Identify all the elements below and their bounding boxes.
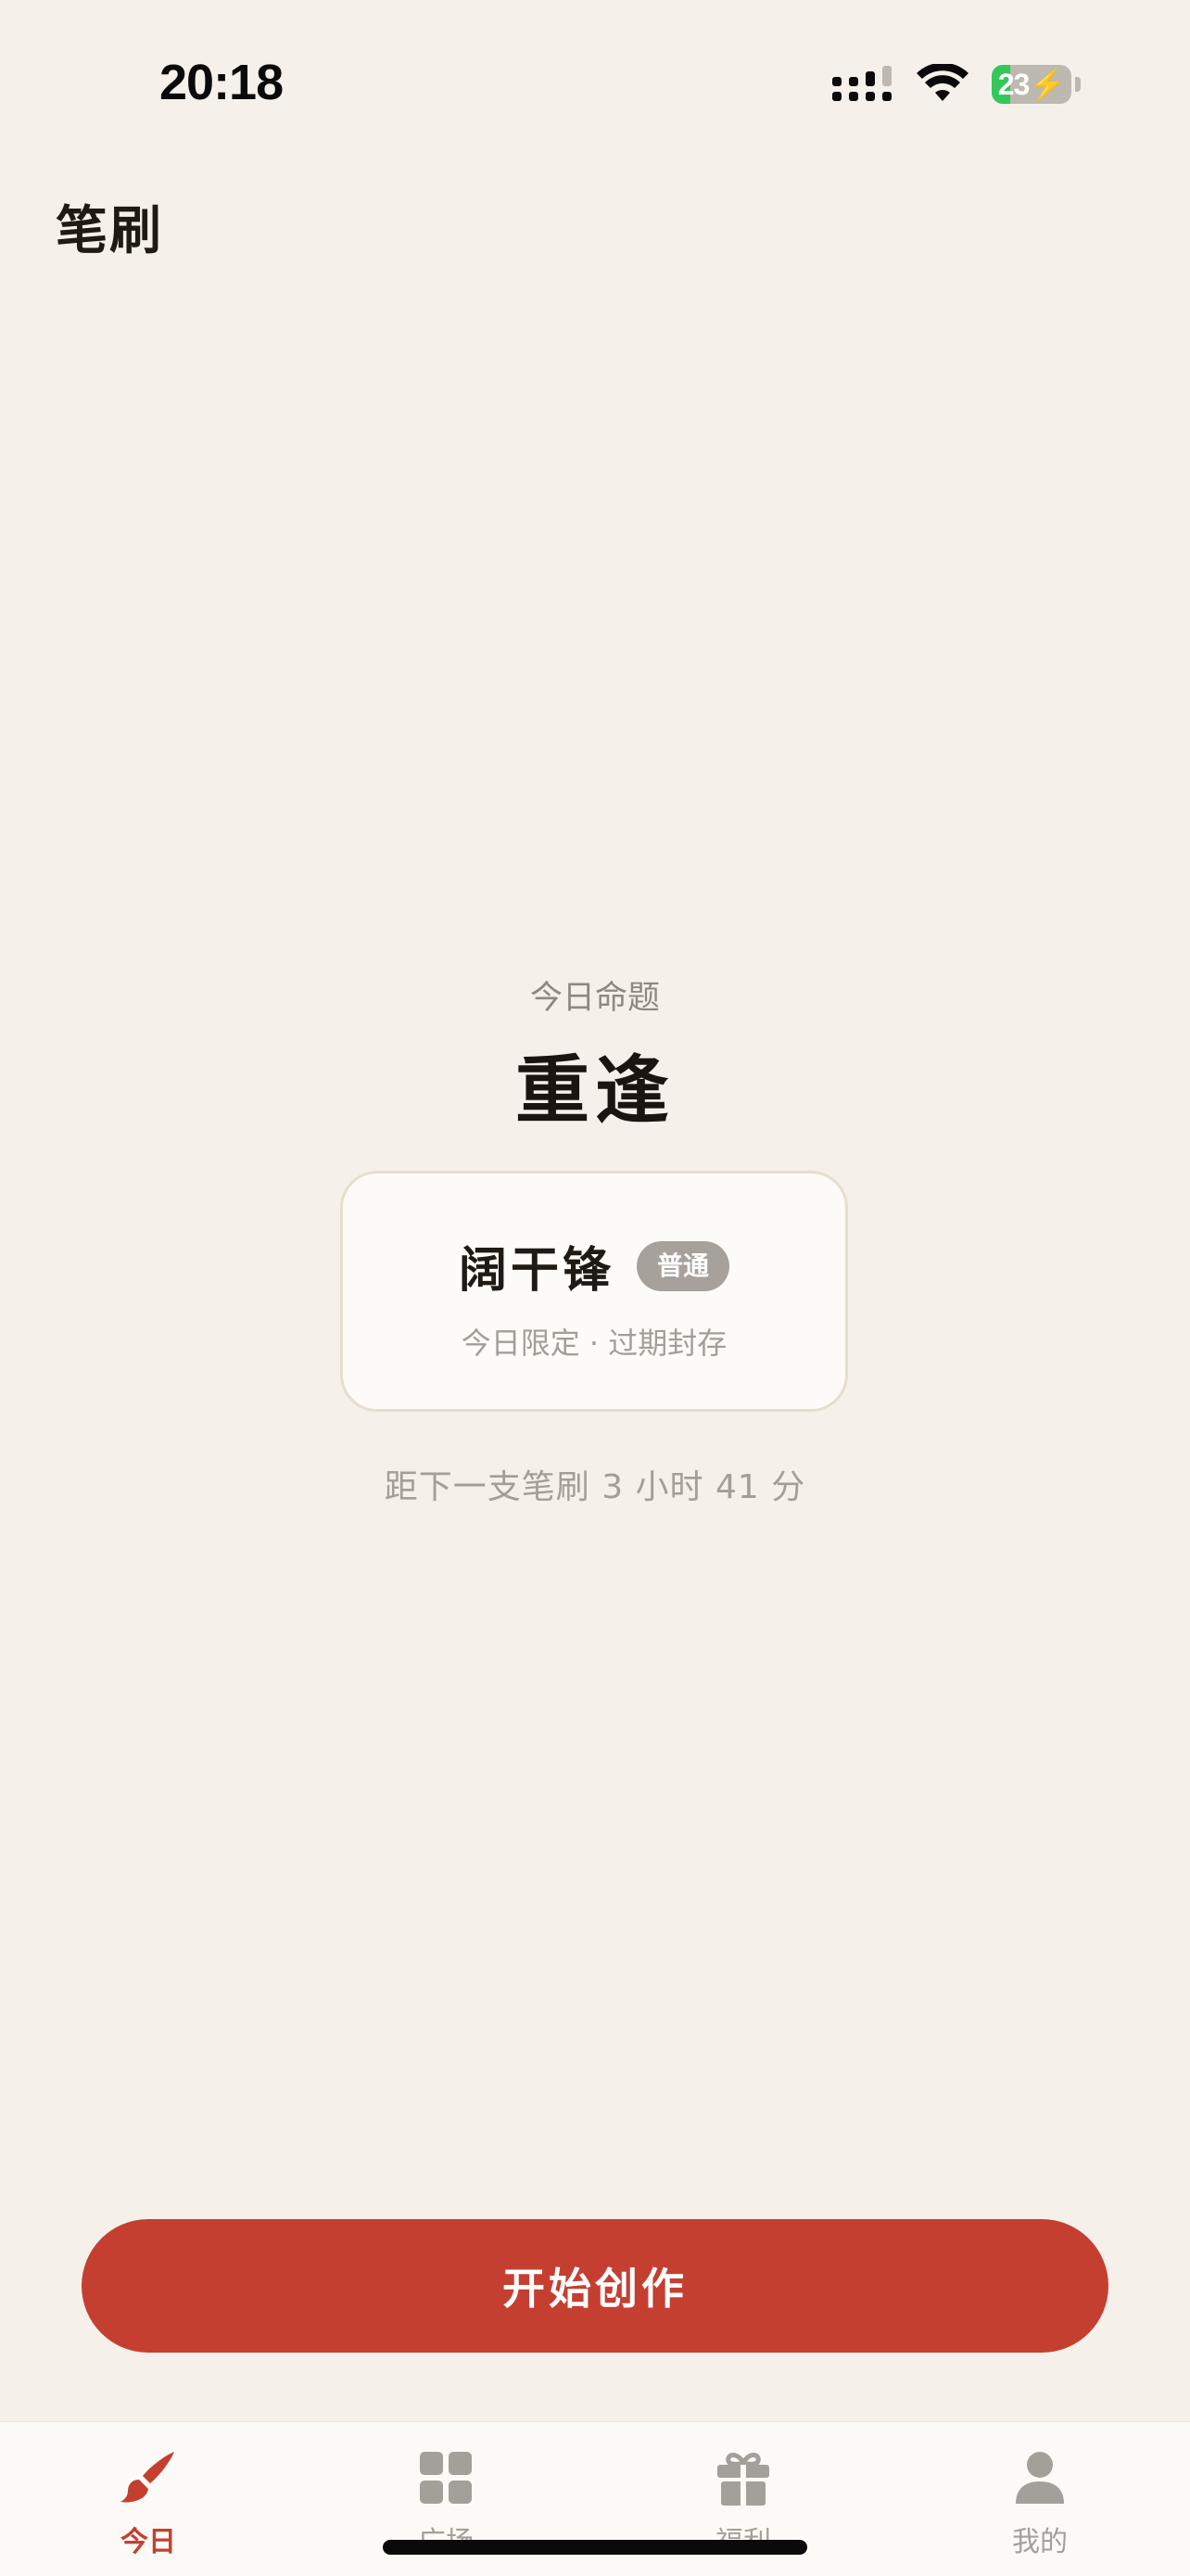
battery-charging-icon: 23⚡ <box>992 65 1071 104</box>
wifi-icon <box>917 64 968 101</box>
status-bar: 20:18 23⚡ <box>0 0 1190 167</box>
gift-icon <box>717 2453 769 2506</box>
prompt-label: 今日命题 <box>529 980 660 1017</box>
person-icon <box>1016 2452 1064 2504</box>
tab-mine[interactable]: 我的 <box>947 2422 1133 2576</box>
brush-card[interactable]: 阔干锋 普通 今日限定 · 过期封存 <box>340 1171 848 1412</box>
status-icons: 23⚡ <box>832 61 1081 108</box>
next-brush-countdown: 距下一支笔刷 3 小时 41 分 <box>384 1468 806 1506</box>
page-title: 笔刷 <box>56 201 163 261</box>
tab-today-label: 今日 <box>120 2526 176 2558</box>
brush-card-header: 阔干锋 普通 <box>343 1231 845 1301</box>
brush-note: 今日限定 · 过期封存 <box>461 1326 728 1361</box>
battery-cap <box>1075 77 1081 92</box>
brush-name: 阔干锋 <box>458 1243 614 1299</box>
home-indicator <box>383 2540 807 2555</box>
cellular-signal-icon <box>832 66 892 101</box>
brush-icon <box>120 2452 174 2503</box>
tab-mine-label: 我的 <box>1012 2526 1068 2558</box>
status-time: 20:18 <box>159 55 284 110</box>
start-creating-button[interactable]: 开始创作 <box>82 2219 1108 2353</box>
prompt-word: 重逢 <box>515 1047 675 1134</box>
tab-today[interactable]: 今日 <box>56 2422 241 2576</box>
grid-icon <box>420 2452 472 2504</box>
battery-text: 23⚡ <box>997 68 1066 101</box>
rarity-badge: 普通 <box>637 1240 730 1291</box>
